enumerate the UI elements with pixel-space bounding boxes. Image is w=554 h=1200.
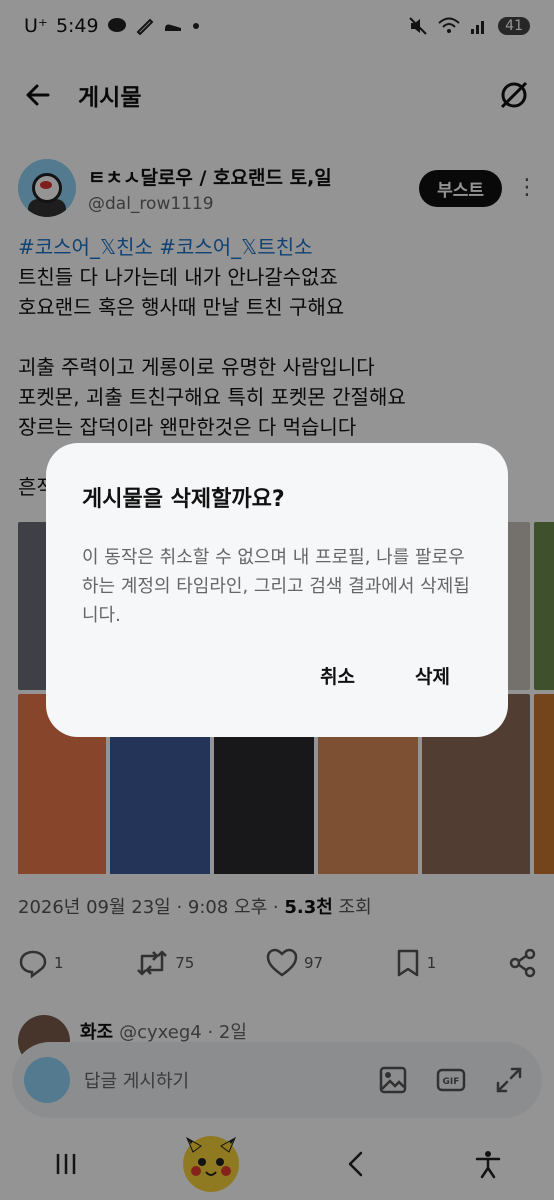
dialog-title: 게시물을 삭제할까요? [82,487,285,512]
delete-post-dialog: 게시물을 삭제할까요? 이 동작은 취소할 수 없으며 내 프로필, 나를 팔로… [46,443,508,737]
delete-button[interactable]: 삭제 [415,662,450,689]
dialog-message: 이 동작은 취소할 수 없으며 내 프로필, 나를 팔로우하는 계정의 타임라인… [82,547,470,626]
cancel-button[interactable]: 취소 [320,662,355,689]
